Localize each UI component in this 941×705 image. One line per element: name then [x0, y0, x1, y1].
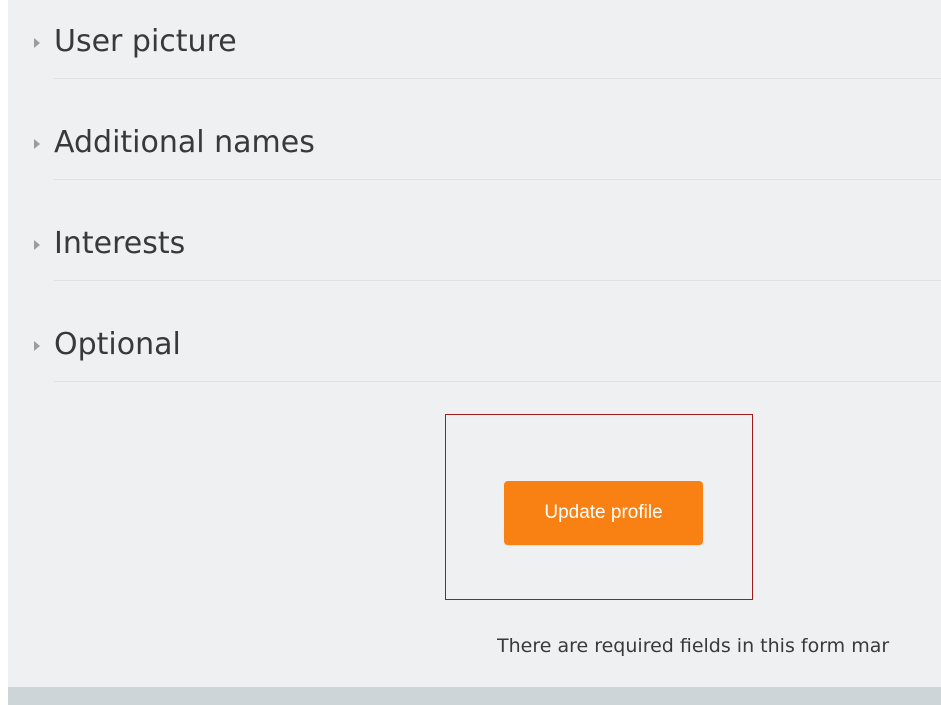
section-divider	[54, 78, 941, 79]
required-fields-note: There are required fields in this form m…	[497, 635, 890, 657]
update-profile-button[interactable]: Update profile	[504, 481, 703, 545]
section-divider	[54, 179, 941, 180]
section-user-picture[interactable]: User picture	[8, 0, 941, 101]
section-optional[interactable]: Optional	[8, 303, 941, 404]
section-divider	[54, 381, 941, 382]
section-interests[interactable]: Interests	[8, 202, 941, 303]
caret-right-icon	[34, 139, 40, 149]
section-title[interactable]: Interests	[54, 224, 185, 264]
section-title[interactable]: Optional	[54, 325, 181, 365]
profile-form-panel: User picture Additional names Interests …	[8, 0, 941, 687]
footer-strip	[8, 687, 941, 705]
caret-right-icon	[34, 38, 40, 48]
caret-right-icon	[34, 240, 40, 250]
section-title[interactable]: Additional names	[54, 123, 315, 163]
section-divider	[54, 280, 941, 281]
section-additional-names[interactable]: Additional names	[8, 101, 941, 202]
caret-right-icon	[34, 341, 40, 351]
section-title[interactable]: User picture	[54, 22, 237, 62]
